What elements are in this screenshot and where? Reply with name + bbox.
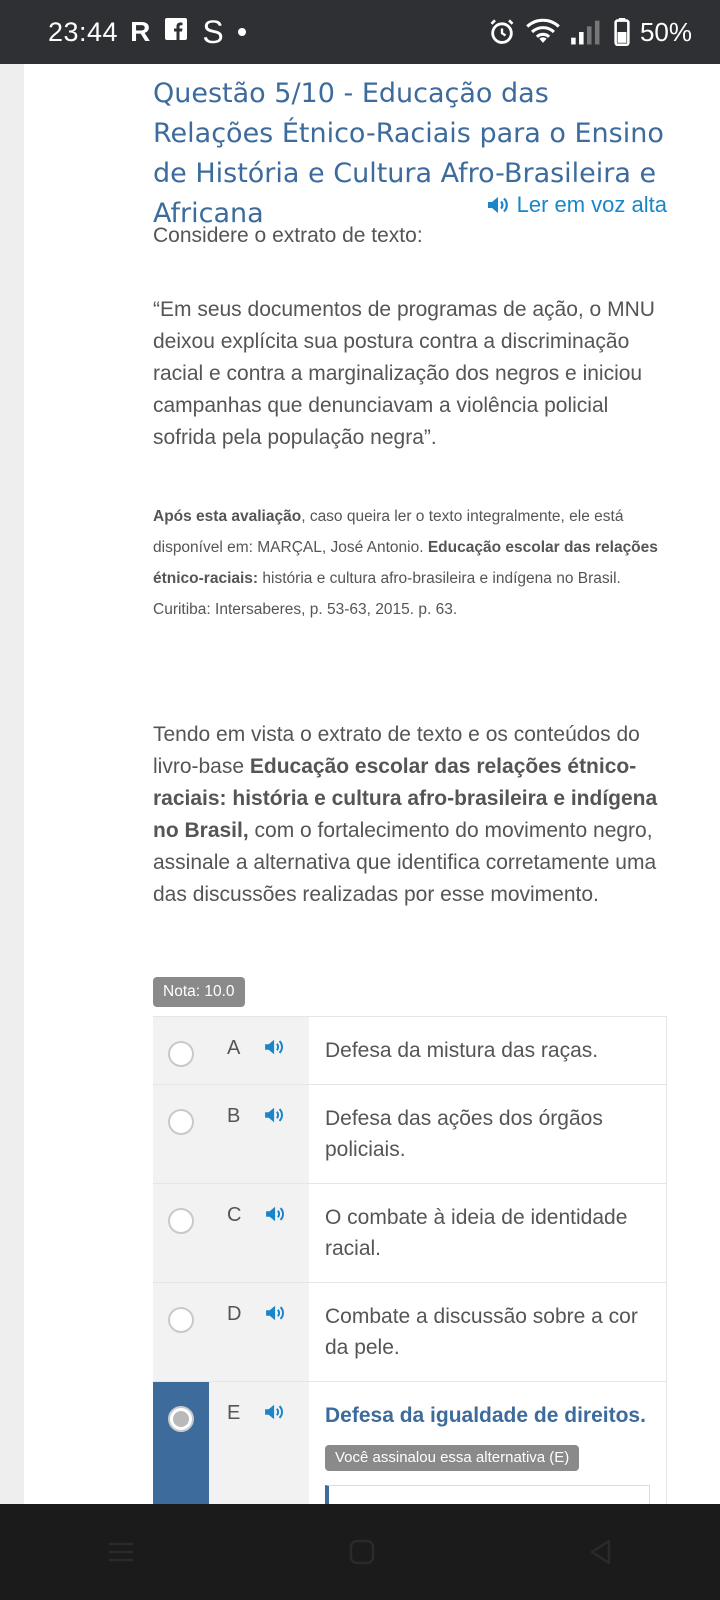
alarm-icon: [490, 19, 514, 44]
option-b[interactable]: B Defesa das ações dos órgãos policiais.: [153, 1085, 667, 1184]
option-letter: D: [227, 1303, 242, 1325]
option-a[interactable]: A Defesa da mistura das raças.: [153, 1017, 667, 1085]
chosen-badge: Você assinalou essa alternativa (E): [325, 1445, 580, 1471]
question-quote: “Em seus documentos de programas de ação…: [153, 298, 655, 449]
read-aloud-label: Ler em voz alta: [516, 192, 667, 217]
facebook-icon: [164, 16, 188, 48]
back-icon[interactable]: [587, 1538, 615, 1566]
status-time: 23:44: [48, 16, 119, 47]
speaker-icon[interactable]: [265, 1304, 287, 1322]
notification-icons: R S: [130, 14, 224, 51]
option-letter: E: [227, 1402, 241, 1424]
answer-options: A Defesa da mistura das raças. B Defesa …: [153, 1016, 667, 1504]
option-d[interactable]: D Combate a discussão sobre a cor da pel…: [153, 1283, 667, 1382]
option-e[interactable]: E Defesa da igualdade de direitos. Você …: [153, 1382, 667, 1504]
option-text[interactable]: Combate a discussão sobre a cor da pele.: [309, 1283, 667, 1381]
question-intro: Considere o extrato de texto:: [153, 224, 423, 247]
option-text[interactable]: Defesa da mistura das raças.: [309, 1017, 667, 1084]
option-c-radio[interactable]: [168, 1208, 194, 1234]
option-text[interactable]: Defesa das ações dos órgãos policiais.: [309, 1085, 667, 1183]
option-c[interactable]: C O combate à ideia de identidade racial…: [153, 1184, 667, 1283]
system-nav-bar: [0, 1504, 720, 1600]
battery-percent: 50%: [639, 16, 692, 47]
speaker-icon[interactable]: [265, 1205, 287, 1223]
option-a-radio[interactable]: [168, 1041, 194, 1067]
speaker-icon[interactable]: [264, 1106, 286, 1124]
page-left-margin: [0, 64, 24, 1504]
signal-icon: [571, 20, 600, 45]
speaker-icon: [487, 197, 508, 213]
wifi-icon: [526, 18, 560, 43]
page: Questão 5/10 - Educação das Relações Étn…: [0, 64, 720, 1504]
more-notifications-dot: [237, 28, 246, 36]
option-b-radio[interactable]: [168, 1109, 194, 1135]
grade-badge: Nota: 10.0: [153, 977, 245, 1007]
system-icons: 50%: [488, 17, 692, 48]
option-text: Defesa da igualdade de direitos.: [325, 1404, 646, 1427]
r-app-icon: R: [130, 16, 151, 47]
question-reference: Após esta avaliação, caso queira ler o t…: [153, 508, 658, 618]
s-app-icon: S: [202, 13, 224, 50]
feedback-box: [325, 1485, 650, 1504]
speaker-icon[interactable]: [264, 1403, 286, 1421]
recent-apps-icon[interactable]: [105, 1538, 137, 1566]
battery-icon: [614, 18, 630, 46]
status-bar: 23:44 R S 50%: [0, 0, 720, 64]
home-icon[interactable]: [348, 1538, 376, 1566]
option-e-radio[interactable]: [168, 1406, 194, 1432]
question-prompt: Tendo em vista o extrato de texto e os c…: [153, 723, 658, 906]
read-aloud-button[interactable]: Ler em voz alta: [487, 192, 667, 218]
option-letter: B: [227, 1105, 241, 1127]
option-letter: C: [227, 1204, 242, 1226]
option-text[interactable]: O combate à ideia de identidade racial.: [309, 1184, 667, 1282]
speaker-icon[interactable]: [264, 1038, 286, 1056]
option-d-radio[interactable]: [168, 1307, 194, 1333]
option-letter: A: [227, 1037, 241, 1059]
option-text-chosen[interactable]: Defesa da igualdade de direitos. Você as…: [309, 1382, 667, 1504]
